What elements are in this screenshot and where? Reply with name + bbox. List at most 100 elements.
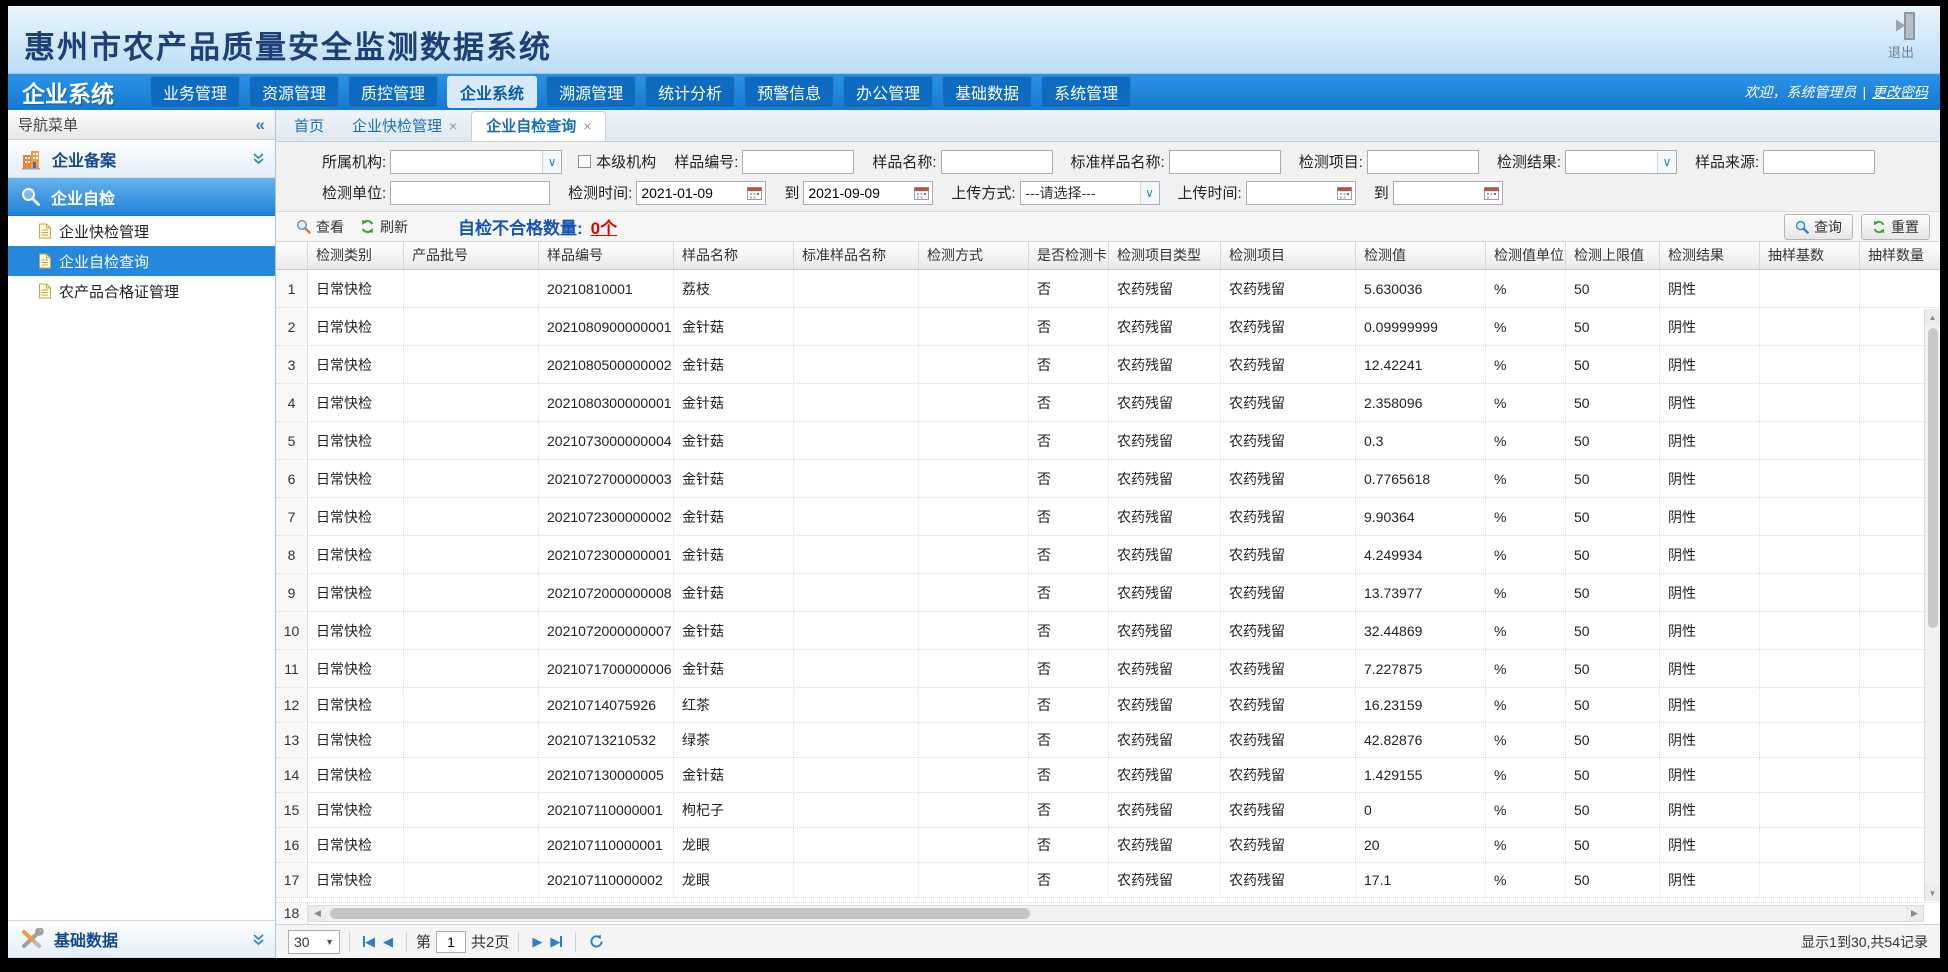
table-row[interactable]: 13日常快检20210713210532绿茶否农药残留农药残留42.82876%… — [276, 723, 1940, 758]
test-item-input[interactable] — [1367, 150, 1479, 174]
chevron-double-down-icon[interactable] — [252, 933, 265, 946]
test-time-from-input[interactable] — [636, 181, 766, 205]
horizontal-scrollbar-thumb[interactable] — [330, 908, 1030, 919]
vertical-scrollbar[interactable]: ▲ ▼ — [1924, 309, 1940, 901]
table-row[interactable]: 8日常快检2021072300000001金针菇否农药残留农药残留4.24993… — [276, 536, 1940, 574]
sidebar-section-company-record[interactable]: 企业备案 — [8, 140, 275, 178]
page-number-input[interactable] — [436, 931, 466, 953]
nav-item-7[interactable]: 办公管理 — [843, 76, 933, 108]
test-time-from-field[interactable] — [636, 181, 766, 205]
nav-item-6[interactable]: 预警信息 — [744, 76, 834, 108]
tab-home[interactable]: 首页 — [280, 111, 338, 141]
column-header-3[interactable]: 样品编号 — [539, 242, 674, 269]
upload-mode-select[interactable]: ---请选择--- ∨ — [1020, 181, 1160, 205]
tab-quick-check[interactable]: 企业快检管理 × — [338, 111, 471, 141]
last-page-button[interactable]: ▶ — [550, 934, 562, 950]
column-header-5[interactable]: 标准样品名称 — [794, 242, 919, 269]
column-header-11[interactable]: 检测值单位 — [1486, 242, 1566, 269]
nav-item-9[interactable]: 系统管理 — [1041, 76, 1131, 108]
test-result-select[interactable]: ∨ — [1565, 150, 1677, 174]
refresh-button[interactable]: 刷新 — [360, 217, 408, 237]
vertical-scrollbar-thumb[interactable] — [1928, 328, 1938, 628]
column-header-12[interactable]: 检测上限值 — [1566, 242, 1660, 269]
table-row[interactable]: 17日常快检202107110000002龙眼否农药残留农药残留17.1%50阴… — [276, 863, 1940, 898]
column-header-4[interactable]: 样品名称 — [674, 242, 794, 269]
table-row[interactable]: 11日常快检2021071700000006金针菇否农药残留农药残留7.2278… — [276, 650, 1940, 688]
next-page-button[interactable]: ▶ — [532, 934, 542, 950]
column-header-8[interactable]: 检测项目类型 — [1109, 242, 1221, 269]
table-row[interactable]: 10日常快检2021072000000007金针菇否农药残留农药残留32.448… — [276, 612, 1940, 650]
table-row[interactable]: 15日常快检202107110000001枸杞子否农药残留农药残留0%50阴性 — [276, 793, 1940, 828]
chevron-down-icon[interactable]: ∨ — [1657, 151, 1676, 173]
table-row[interactable]: 14日常快检202107130000005金针菇否农药残留农药残留1.42915… — [276, 758, 1940, 793]
column-header-10[interactable]: 检测值 — [1356, 242, 1486, 269]
local-org-checkbox[interactable] — [578, 155, 591, 168]
scroll-up-arrow-icon[interactable]: ▲ — [1925, 309, 1940, 325]
sample-no-input[interactable] — [742, 150, 854, 174]
upload-time-to-field[interactable] — [1393, 181, 1503, 205]
prev-page-button[interactable]: ◀ — [383, 934, 393, 950]
view-button[interactable]: 查看 — [296, 217, 344, 237]
nav-item-0[interactable]: 业务管理 — [150, 76, 240, 108]
sidebar-section-self-check[interactable]: 企业自检 — [8, 178, 275, 216]
table-row[interactable]: 12日常快检20210714075926红茶否农药残留农药残留16.23159%… — [276, 688, 1940, 723]
org-select[interactable]: ∨ — [390, 150, 562, 174]
column-header-13[interactable]: 检测结果 — [1660, 242, 1760, 269]
nav-item-2[interactable]: 质控管理 — [348, 76, 438, 108]
nav-item-3[interactable]: 企业系统 — [447, 76, 537, 108]
scroll-left-arrow-icon[interactable]: ◀ — [309, 906, 326, 921]
fail-count-value[interactable]: 0个 — [591, 214, 617, 239]
sidebar-item-certificate[interactable]: 农产品合格证管理 — [8, 276, 275, 306]
std-sample-name-input[interactable] — [1169, 150, 1281, 174]
table-row[interactable]: 16日常快检202107110000001龙眼否农药残留农药残留20%50阴性 — [276, 828, 1940, 863]
first-page-button[interactable]: ◀ — [363, 934, 375, 950]
sidebar-item-self-check-query[interactable]: 企业自检查询 — [8, 246, 275, 276]
upload-time-from-field[interactable] — [1246, 181, 1356, 205]
tab-self-check-query[interactable]: 企业自检查询 × — [471, 111, 606, 141]
upload-time-from-input[interactable] — [1246, 181, 1356, 205]
table-row[interactable]: 4日常快检2021080300000001金针菇否农药残留农药残留2.35809… — [276, 384, 1940, 422]
column-header-14[interactable]: 抽样基数 — [1760, 242, 1860, 269]
tab-close-icon[interactable]: × — [449, 112, 457, 141]
table-row[interactable]: 1日常快检20210810001荔枝否农药残留农药残留5.630036%50阴性 — [276, 270, 1940, 308]
scroll-down-arrow-icon[interactable]: ▼ — [1925, 885, 1940, 901]
test-time-to-field[interactable] — [803, 181, 933, 205]
sample-source-input[interactable] — [1763, 150, 1875, 174]
column-header-2[interactable]: 产品批号 — [404, 242, 539, 269]
table-row[interactable]: 5日常快检2021073000000004金针菇否农药残留农药残留0.3%50阴… — [276, 422, 1940, 460]
horizontal-scrollbar-track[interactable] — [326, 906, 1906, 921]
column-header-6[interactable]: 检测方式 — [919, 242, 1029, 269]
column-header-9[interactable]: 检测项目 — [1221, 242, 1356, 269]
nav-item-4[interactable]: 溯源管理 — [546, 76, 636, 108]
table-row[interactable]: 9日常快检2021072000000008金针菇否农药残留农药残留13.7397… — [276, 574, 1940, 612]
change-password-link[interactable]: 更改密码 — [1872, 82, 1928, 102]
chevron-double-down-icon[interactable] — [252, 152, 265, 165]
column-header-1[interactable]: 检测类别 — [308, 242, 404, 269]
logout-button[interactable]: 退出 — [1878, 10, 1924, 61]
table-row[interactable]: 3日常快检2021080500000002金针菇否农药残留农药残留12.4224… — [276, 346, 1940, 384]
column-header-7[interactable]: 是否检测卡 — [1029, 242, 1109, 269]
tab-close-icon[interactable]: × — [583, 112, 591, 141]
sidebar-section-base-data[interactable]: 基础数据 — [8, 920, 275, 958]
sidebar-collapse-icon[interactable]: « — [256, 115, 265, 135]
sample-name-input[interactable] — [941, 150, 1053, 174]
page-size-select[interactable]: 30 ▼ — [288, 930, 340, 954]
chevron-down-icon[interactable]: ∨ — [1140, 182, 1159, 204]
table-row[interactable]: 7日常快检2021072300000002金针菇否农药残留农药残留9.90364… — [276, 498, 1940, 536]
table-row[interactable]: 2日常快检2021080900000001金针菇否农药残留农药残留0.09999… — [276, 308, 1940, 346]
chevron-down-icon[interactable]: ∨ — [542, 151, 561, 173]
scroll-right-arrow-icon[interactable]: ▶ — [1906, 906, 1923, 921]
horizontal-scrollbar[interactable]: ◀ ▶ — [308, 905, 1924, 922]
test-unit-input[interactable] — [390, 181, 550, 205]
nav-item-8[interactable]: 基础数据 — [942, 76, 1032, 108]
table-row[interactable]: 6日常快检2021072700000003金针菇否农药残留农药残留0.77656… — [276, 460, 1940, 498]
nav-item-1[interactable]: 资源管理 — [249, 76, 339, 108]
reset-button[interactable]: 重置 — [1861, 214, 1930, 240]
reload-button[interactable] — [589, 934, 604, 949]
column-header-15[interactable]: 抽样数量 — [1860, 242, 1940, 269]
test-time-to-input[interactable] — [803, 181, 933, 205]
nav-item-5[interactable]: 统计分析 — [645, 76, 735, 108]
sidebar-item-quick-check[interactable]: 企业快检管理 — [8, 216, 275, 246]
column-header-0[interactable] — [276, 242, 308, 269]
query-button[interactable]: 查询 — [1784, 214, 1853, 240]
